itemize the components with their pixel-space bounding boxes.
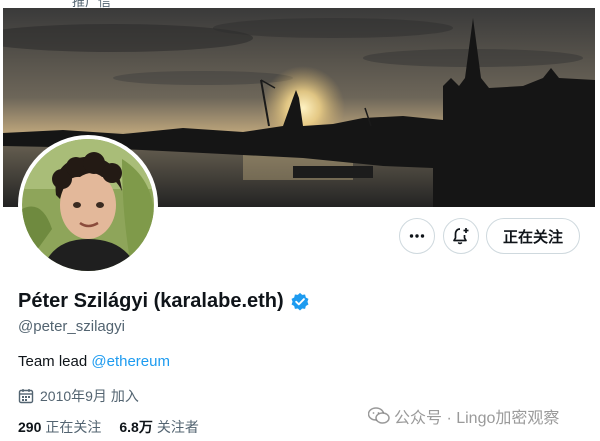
join-date: 2010年9月 加入 xyxy=(18,386,139,406)
watermark-text: 公众号 · Lingo加密观察 xyxy=(394,410,560,427)
calendar-icon xyxy=(18,389,34,404)
top-strip-text: 推广信 xyxy=(72,0,112,8)
following-stat-link[interactable]: 290 正在关注 xyxy=(18,417,101,437)
bio-mention-link[interactable]: @ethereum xyxy=(91,353,170,370)
wechat-logo-icon xyxy=(368,407,390,424)
followers-count: 6.8万 xyxy=(119,419,153,435)
verified-badge-icon[interactable] xyxy=(290,292,310,312)
more-options-button[interactable] xyxy=(399,218,435,254)
bell-plus-icon xyxy=(453,228,469,245)
join-date-text: 2010年9月 加入 xyxy=(40,388,139,404)
user-handle: @peter_szilagyi xyxy=(18,318,125,335)
display-name-row: Péter Szilágyi (karalabe.eth) xyxy=(18,290,310,313)
more-icon xyxy=(409,234,425,238)
following-label: 正在关注 xyxy=(45,419,102,435)
following-count: 290 xyxy=(18,419,42,435)
display-name: Péter Szilágyi (karalabe.eth) xyxy=(18,290,284,312)
bio-text: Team lead xyxy=(18,353,92,370)
top-strip: 推广信 xyxy=(0,0,600,8)
following-button[interactable]: 正在关注 xyxy=(486,218,580,254)
profile-bio: Team lead @ethereum xyxy=(18,353,170,370)
followers-stat-link[interactable]: 6.8万 关注者 xyxy=(119,417,198,437)
profile-avatar[interactable] xyxy=(18,135,158,275)
follow-stats: 290 正在关注 6.8万 关注者 xyxy=(18,417,217,437)
watermark: 公众号 · Lingo加密观察 xyxy=(368,404,559,428)
notify-button[interactable] xyxy=(443,218,479,254)
followers-label: 关注者 xyxy=(156,419,199,435)
avatar-photo xyxy=(22,139,154,271)
